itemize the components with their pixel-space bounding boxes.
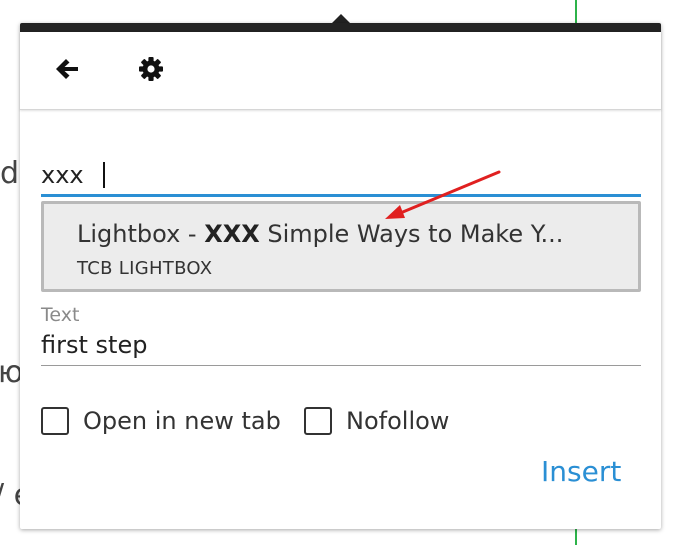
search-suggestion-item[interactable]: Lightbox - XXX Simple Ways to Make Y... … — [41, 201, 641, 292]
suggestion-post-type: TCB LIGHTBOX — [77, 258, 213, 279]
suggestion-title-match: XXX — [204, 220, 260, 248]
link-text-input[interactable] — [41, 329, 641, 361]
search-input[interactable] — [41, 158, 641, 192]
popup-toolbar — [20, 32, 661, 110]
screen: ds ю / e — [0, 0, 695, 545]
suggestion-title: Lightbox - XXX Simple Ways to Make Y... — [77, 220, 563, 248]
insert-button[interactable]: Insert — [541, 455, 621, 488]
search-field — [41, 158, 641, 197]
text-field-label: Text — [41, 304, 80, 326]
text-cursor — [103, 162, 105, 188]
nofollow-option[interactable]: Nofollow — [304, 404, 449, 438]
nofollow-label: Nofollow — [346, 407, 450, 435]
popup-top-bar — [20, 23, 661, 32]
back-button[interactable] — [52, 54, 82, 84]
open-new-tab-checkbox[interactable] — [41, 407, 69, 435]
gear-icon — [139, 57, 163, 81]
settings-button[interactable] — [136, 54, 166, 84]
open-new-tab-label: Open in new tab — [83, 407, 281, 435]
suggestion-title-suffix: Simple Ways to Make Y... — [259, 220, 564, 248]
suggestion-title-prefix: Lightbox - — [77, 220, 205, 248]
arrow-left-icon — [56, 59, 78, 79]
open-new-tab-option[interactable]: Open in new tab — [41, 404, 281, 438]
nofollow-checkbox[interactable] — [304, 407, 332, 435]
link-popup: Lightbox - XXX Simple Ways to Make Y... … — [20, 23, 661, 529]
text-field — [41, 327, 641, 366]
